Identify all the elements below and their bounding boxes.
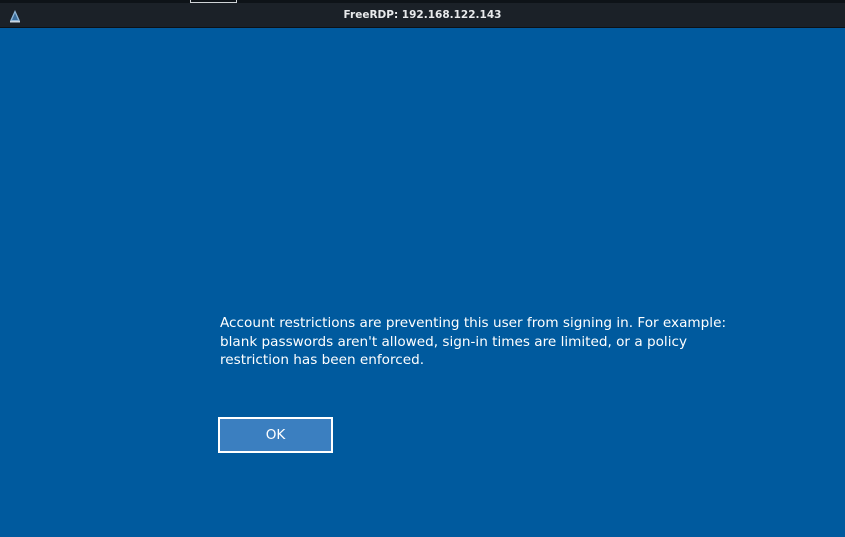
- account-restriction-message: Account restrictions are preventing this…: [220, 315, 727, 368]
- remote-desktop-area: [0, 28, 845, 537]
- titlebar-top-edge: [0, 0, 845, 3]
- window-title: FreeRDP: 192.168.122.143: [343, 9, 502, 21]
- ok-button[interactable]: OK: [218, 417, 333, 453]
- titlebar-tab-marker[interactable]: [190, 0, 237, 3]
- window-titlebar: FreeRDP: 192.168.122.143: [0, 0, 845, 28]
